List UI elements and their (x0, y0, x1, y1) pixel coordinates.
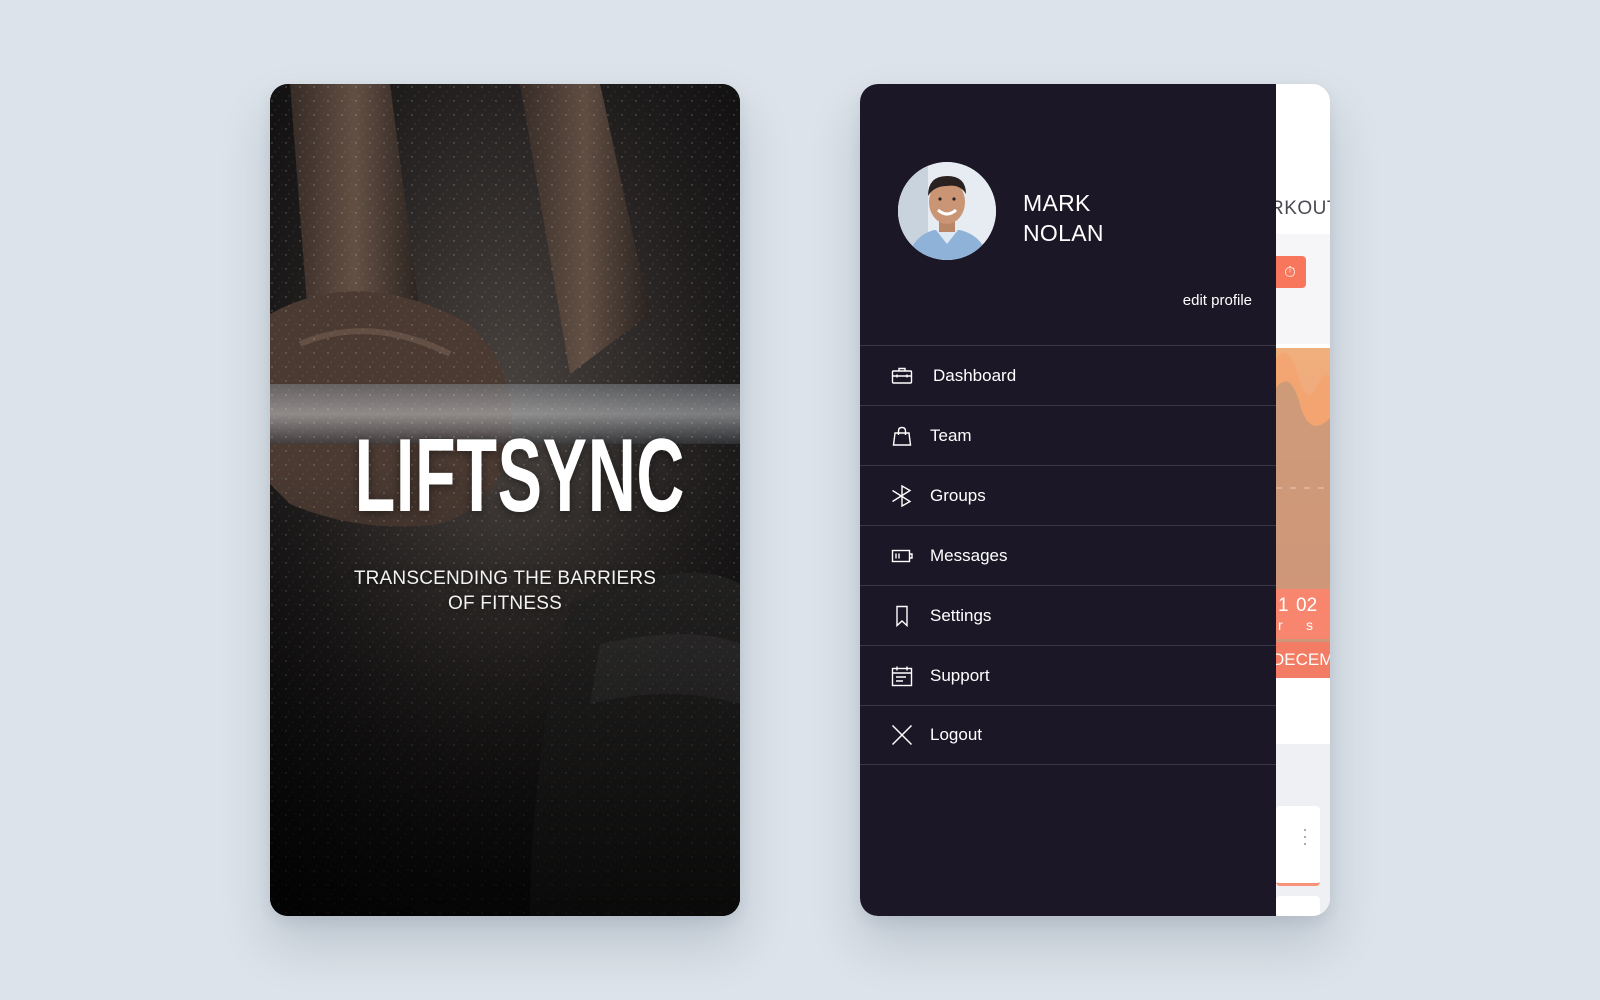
user-name: MARK NOLAN (1023, 188, 1223, 248)
bookmark-icon (890, 604, 914, 628)
avatar[interactable] (898, 162, 996, 260)
more-vertical-icon: · · · (1302, 819, 1308, 853)
menu-item-label: Logout (930, 725, 982, 744)
timer-unit-a: r (1278, 617, 1283, 633)
navigation-drawer: MARK NOLAN edit profile Dashboard Team G… (860, 84, 1276, 916)
menu-item-groups[interactable]: Groups (860, 465, 1276, 525)
timer-value-a: 1 (1278, 595, 1289, 616)
background-month-text: DECEMB (1276, 650, 1330, 669)
background-card: · · · (1276, 806, 1320, 886)
profile-header: MARK NOLAN edit profile (860, 84, 1276, 346)
close-icon (890, 723, 914, 747)
edit-profile-link[interactable]: edit profile (1183, 292, 1252, 309)
background-timer: 1 02 r s (1276, 589, 1330, 639)
background-list-area: · · · (1276, 744, 1330, 916)
background-band (1276, 234, 1330, 344)
briefcase-icon (890, 364, 914, 388)
background-section (1276, 678, 1330, 744)
menu-item-label: Groups (930, 485, 986, 505)
app-tagline: TRANSCENDING THE BARRIERS OF FITNESS (353, 568, 657, 614)
user-last-name: NOLAN (1023, 220, 1104, 246)
bluetooth-icon (890, 484, 914, 508)
menu-item-label: Team (930, 425, 972, 445)
menu-item-messages[interactable]: Messages (860, 525, 1276, 585)
background-card (1276, 896, 1320, 916)
menu-item-label: Settings (930, 605, 992, 625)
splash-screen: LIFTSYNC TRANSCENDING THE BARRIERS OF FI… (270, 84, 740, 916)
menu-item-settings[interactable]: Settings (860, 585, 1276, 645)
shopping-bag-icon (890, 424, 914, 448)
menu-item-team[interactable]: Team (860, 405, 1276, 465)
background-month-bar: DECEMB (1276, 642, 1330, 678)
menu-list: Dashboard Team Groups Messages Settings … (860, 345, 1276, 765)
timer-unit-b: s (1306, 617, 1313, 633)
battery-icon (890, 544, 914, 568)
menu-item-support[interactable]: Support (860, 645, 1276, 705)
timer-value-b: 02 (1296, 595, 1318, 616)
menu-item-label: Support (930, 665, 990, 685)
menu-screen: RKOUT ⏱ 1 02 r s (860, 84, 1330, 916)
calendar-icon (890, 664, 914, 688)
menu-item-label: Dashboard (933, 365, 1017, 385)
menu-item-label: Messages (930, 545, 1008, 565)
background-header: RKOUT (1276, 84, 1330, 234)
background-timer-chip: ⏱ (1276, 256, 1306, 288)
background-app-content: RKOUT ⏱ 1 02 r s (1276, 84, 1330, 916)
menu-item-dashboard[interactable]: Dashboard (860, 345, 1276, 405)
menu-item-logout[interactable]: Logout (860, 705, 1276, 765)
background-header-text: RKOUT (1276, 198, 1330, 219)
user-first-name: MARK (1023, 190, 1091, 216)
app-logo-title: LIFTSYNC (354, 418, 686, 534)
stopwatch-icon: ⏱ (1284, 263, 1296, 281)
